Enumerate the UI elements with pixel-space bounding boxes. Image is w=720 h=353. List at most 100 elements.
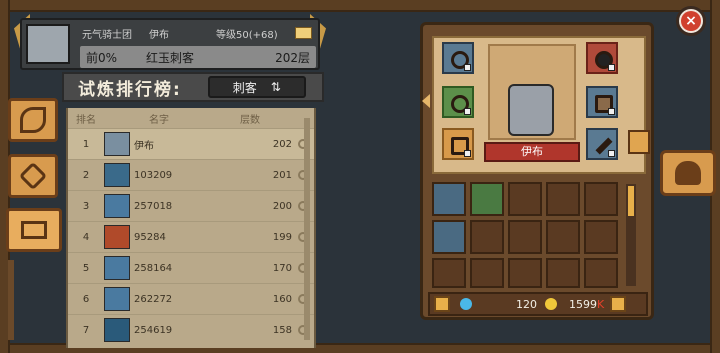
lock-icon: [608, 108, 615, 115]
row-floor: 160: [272, 293, 292, 305]
inventory-slot-gem[interactable]: [432, 220, 466, 254]
row-rank: 5: [82, 262, 90, 274]
guild-name: 元气骑士团: [82, 29, 132, 41]
inventory-slot[interactable]: [584, 182, 618, 216]
leaderboard-row[interactable]: 3 257018 200: [68, 190, 314, 221]
row-avatar: [104, 256, 130, 280]
leaderboard-row[interactable]: 5 258164 170: [68, 252, 314, 283]
arrow-left-icon[interactable]: [422, 94, 430, 108]
close-icon: ×: [681, 11, 701, 31]
row-rank: 4: [82, 231, 90, 243]
inventory-slot[interactable]: [508, 182, 542, 216]
inventory-slot[interactable]: [432, 258, 466, 288]
leaderboard-row[interactable]: 4 95284 199: [68, 221, 314, 252]
lock-icon: [464, 150, 471, 157]
row-name: 257018: [134, 200, 173, 212]
tab-podium[interactable]: [6, 208, 62, 252]
inventory-slot-ring[interactable]: [432, 182, 466, 216]
inventory-slot[interactable]: [508, 258, 542, 288]
row-rank: 2: [82, 169, 90, 181]
header-name: 名字: [149, 114, 169, 126]
best-floor: 202层: [275, 50, 310, 65]
row-avatar: [104, 194, 130, 218]
row-avatar: [104, 318, 130, 342]
wood-frame-top: [0, 0, 720, 12]
swap-icon: ⇅: [270, 80, 281, 94]
row-rank: 7: [82, 324, 90, 336]
book-icon[interactable]: [294, 27, 312, 39]
podium-icon: [21, 221, 47, 239]
inventory-slot[interactable]: [508, 220, 542, 254]
inventory-slot[interactable]: [546, 220, 580, 254]
inventory-slot[interactable]: [546, 258, 580, 288]
leaderboard-scrollbar[interactable]: [304, 118, 310, 340]
leaderboard-row[interactable]: 7 254619 158: [68, 314, 314, 345]
leaderboard-header: 排名 名字 层数: [68, 108, 314, 128]
row-floor: 158: [272, 324, 292, 336]
coin-count: 1599: [569, 297, 597, 311]
lock-icon: [608, 64, 615, 71]
player-avatar: [26, 24, 70, 64]
leaderboard-list[interactable]: 排名 名字 层数 1 伊布 202 2 103209 201 3 257018 200 4 9528…: [66, 108, 316, 348]
equip-slot-ring[interactable]: [442, 86, 474, 118]
equip-slot-belt[interactable]: [442, 128, 474, 160]
header-floor: 层数: [240, 114, 260, 126]
lock-icon: [464, 64, 471, 71]
inventory-slot[interactable]: [584, 220, 618, 254]
bag-button[interactable]: [610, 296, 627, 312]
row-rank: 1: [82, 138, 90, 150]
tab-leaf[interactable]: [8, 98, 58, 142]
knight-character-icon: [508, 84, 554, 136]
player-level: 等级50(+68): [215, 29, 278, 41]
side-tab-toggle[interactable]: [628, 130, 650, 154]
leaderboard-title-bar: 试炼排行榜: 刺客 ⇅: [62, 72, 324, 102]
gem-count: 120: [516, 297, 537, 311]
coin-suffix: K: [597, 297, 605, 311]
equip-slot-necklace[interactable]: [442, 42, 474, 74]
lock-icon: [464, 108, 471, 115]
profile-info-row: 元气骑士团 伊布 等级50(+68): [82, 24, 312, 42]
header-rank: 排名: [76, 114, 96, 126]
row-avatar: [104, 225, 130, 249]
row-avatar: [104, 132, 130, 156]
inventory-slot-necklace[interactable]: [470, 182, 504, 216]
player-name: 伊布: [148, 29, 169, 41]
leaderboard-title: 试炼排行榜:: [78, 79, 182, 100]
leaf-icon: [20, 107, 46, 133]
close-button[interactable]: ×: [676, 6, 706, 36]
currency-bar: 120 1599 K: [428, 292, 648, 316]
class-filter-button[interactable]: 刺客 ⇅: [207, 76, 306, 98]
equip-slot-armor[interactable]: [586, 86, 618, 118]
inventory-slot[interactable]: [470, 220, 504, 254]
row-name: 伊布: [134, 140, 154, 152]
row-name: 258164: [134, 262, 173, 274]
row-name: 262272: [134, 293, 173, 305]
row-name: 254619: [134, 324, 173, 336]
inventory-scroll-thumb[interactable]: [628, 186, 634, 216]
equip-slot-helmet[interactable]: [586, 42, 618, 74]
diamond-icon: [18, 161, 48, 191]
lock-button[interactable]: [434, 296, 450, 312]
leaderboard-row[interactable]: 2 103209 201: [68, 159, 314, 190]
row-floor: 170: [272, 262, 292, 274]
leaderboard-row[interactable]: 1 伊布 202: [68, 128, 314, 159]
inventory-grid: [432, 182, 628, 290]
row-rank: 6: [82, 293, 90, 305]
inventory-slot[interactable]: [584, 258, 618, 288]
profile-rank-row: 前0% 红玉刺客 202层: [80, 46, 316, 68]
lock-icon: [608, 150, 615, 157]
row-avatar: [104, 163, 130, 187]
leaderboard-row[interactable]: 6 262272 160: [68, 283, 314, 314]
gem-icon: [460, 298, 472, 310]
tab-diamond[interactable]: [8, 154, 58, 198]
coin-icon: [545, 298, 557, 310]
hero-name-banner: 伊布: [484, 142, 580, 162]
equipment-helmet-button[interactable]: [660, 150, 716, 196]
row-name: 103209: [134, 169, 173, 181]
inventory-slot[interactable]: [546, 182, 580, 216]
row-rank: 3: [82, 200, 90, 212]
row-avatar: [104, 287, 130, 311]
career-name: 红玉刺客: [146, 50, 195, 65]
equip-slot-weapon[interactable]: [586, 128, 618, 160]
inventory-slot[interactable]: [470, 258, 504, 288]
